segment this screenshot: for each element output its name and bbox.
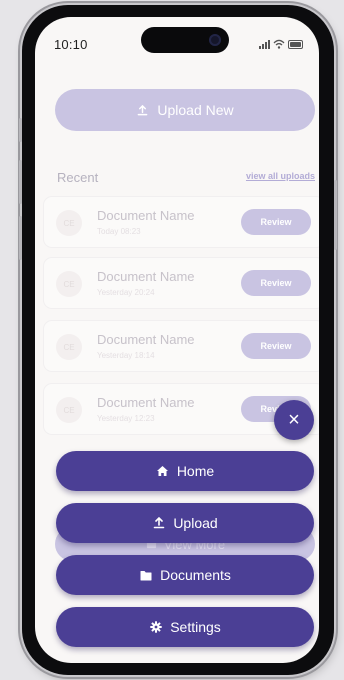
upload-icon	[136, 104, 149, 117]
avatar: CE	[56, 334, 82, 360]
upload-icon	[152, 517, 165, 530]
document-item[interactable]: CE Document Name Yesterday 20:24 Review	[44, 258, 319, 308]
avatar: CE	[56, 210, 82, 236]
home-icon	[156, 465, 169, 478]
menu-home-button[interactable]: Home	[56, 451, 314, 491]
review-button[interactable]: Review	[241, 209, 311, 235]
gear-icon	[149, 621, 162, 634]
menu-documents-button[interactable]: Documents	[56, 555, 314, 595]
close-icon: ×	[288, 408, 300, 431]
phone-volume-down	[19, 216, 22, 260]
document-date: Yesterday 12:23	[97, 414, 155, 423]
document-name: Document Name	[97, 208, 195, 223]
menu-settings-label: Settings	[170, 619, 221, 635]
upload-new-label: Upload New	[157, 102, 234, 118]
document-date: Yesterday 18:14	[97, 351, 155, 360]
document-name: Document Name	[97, 332, 195, 347]
document-date: Yesterday 20:24	[97, 288, 155, 297]
document-item[interactable]: CE Document Name Today 08:23 Review	[44, 197, 319, 247]
review-button[interactable]: Review	[241, 333, 311, 359]
view-all-uploads-link[interactable]: view all uploads	[246, 171, 315, 181]
document-name: Document Name	[97, 395, 195, 410]
phone-mute-switch	[19, 118, 22, 142]
menu-upload-button[interactable]: Upload	[56, 503, 314, 543]
upload-new-button[interactable]: Upload New	[55, 89, 315, 131]
document-date: Today 08:23	[97, 227, 141, 236]
phone-volume-up	[19, 160, 22, 204]
menu-settings-button[interactable]: Settings	[56, 607, 314, 647]
menu-home-label: Home	[176, 463, 215, 479]
document-name: Document Name	[97, 269, 195, 284]
recent-heading: Recent	[57, 170, 99, 185]
document-item[interactable]: CE Document Name Yesterday 18:14 Review	[44, 321, 319, 371]
review-button[interactable]: Review	[241, 270, 311, 296]
menu-documents-label: Documents	[160, 567, 231, 583]
avatar: CE	[56, 271, 82, 297]
phone-power-button	[334, 180, 337, 250]
folder-icon	[139, 569, 152, 582]
close-menu-button[interactable]: ×	[274, 400, 314, 440]
menu-upload-label: Upload	[173, 515, 218, 531]
phone-screen: 10:10 Upload New Recent view all uploads…	[35, 17, 319, 663]
avatar: CE	[56, 397, 82, 423]
